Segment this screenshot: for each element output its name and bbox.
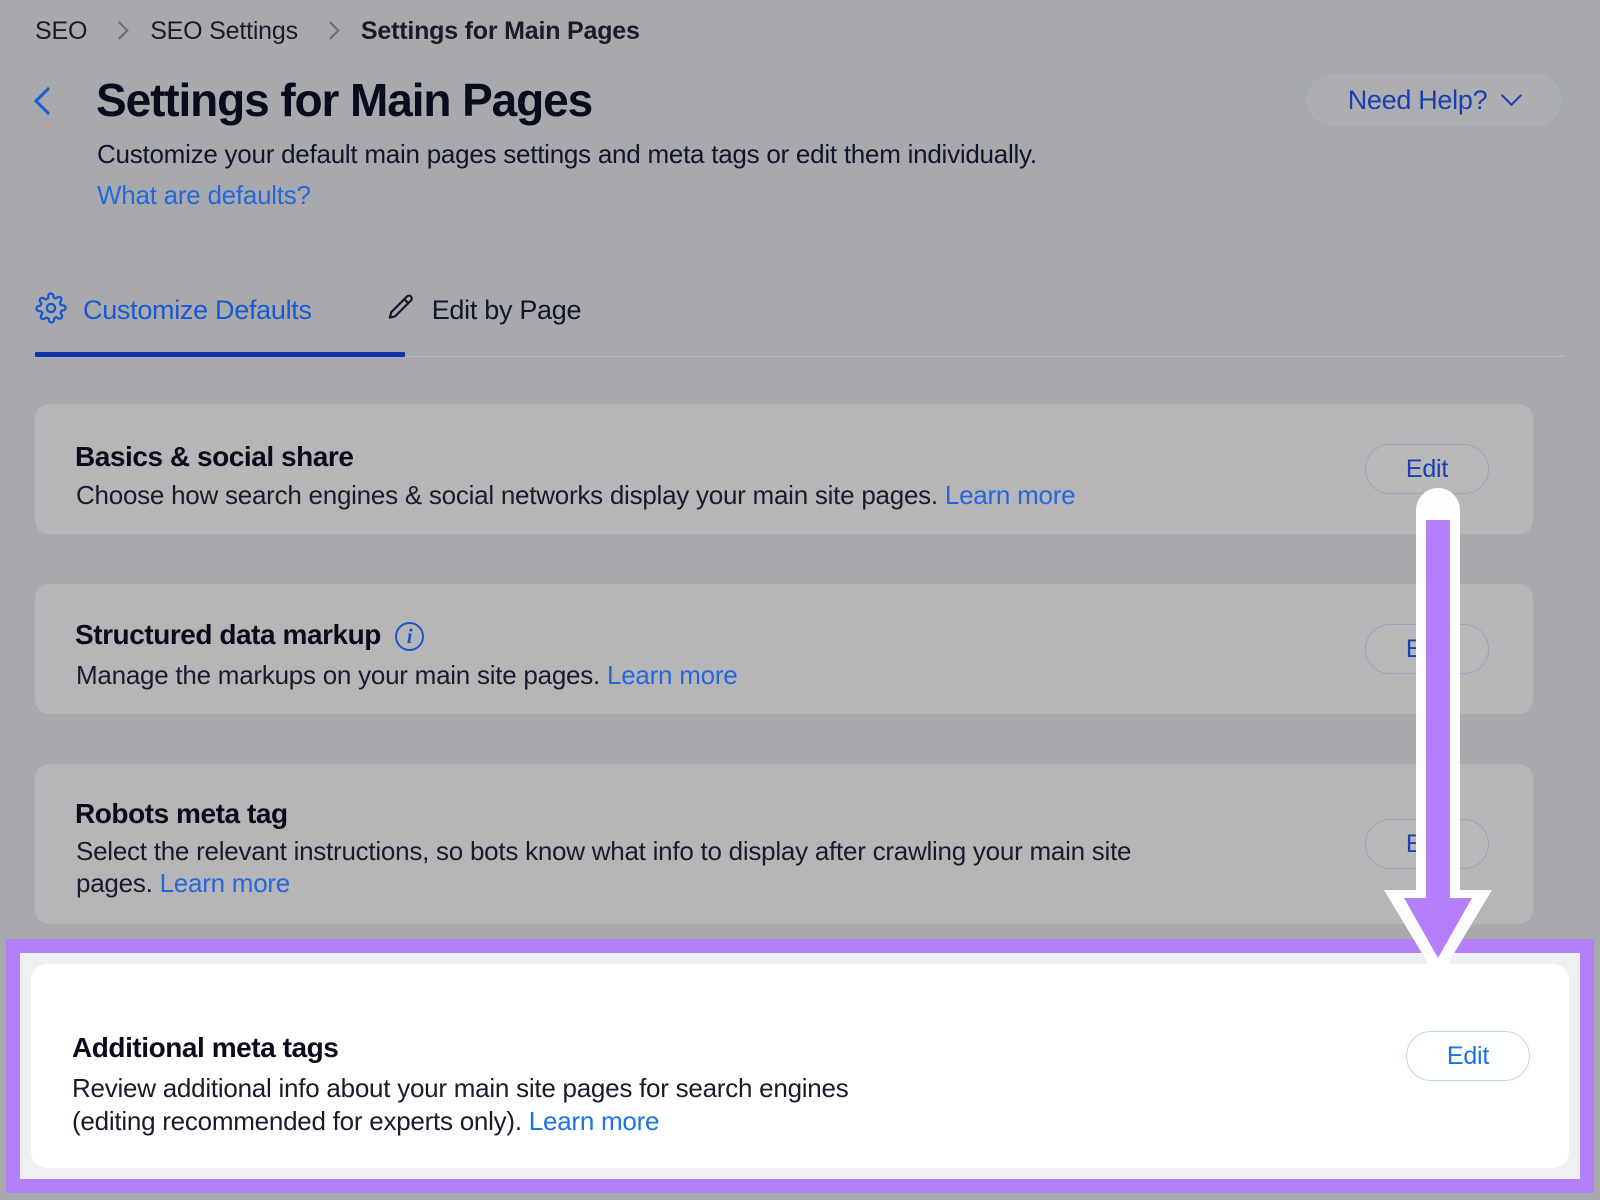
edit-button-basics[interactable]: Edit [1365, 444, 1489, 494]
card-description: Review additional info about your main s… [72, 1072, 848, 1137]
card-description-line2: pages. [76, 868, 153, 898]
card-description-line1: Review additional info about your main s… [72, 1073, 848, 1103]
annotation-highlight-box: Additional meta tags Review additional i… [6, 939, 1594, 1193]
edit-button-label: Edit [1406, 830, 1448, 859]
edit-button-label: Edit [1447, 1042, 1489, 1071]
card-title-text: Robots meta tag [75, 798, 288, 830]
card-title-text: Basics & social share [75, 441, 354, 473]
back-button[interactable] [30, 80, 64, 122]
card-title: Structured data markup i [75, 619, 424, 651]
tab-label-edit-by-page: Edit by Page [432, 295, 582, 326]
learn-more-link[interactable]: Learn more [607, 660, 737, 690]
learn-more-link[interactable]: Learn more [529, 1106, 659, 1136]
card-structured-data-markup: Structured data markup i Manage the mark… [35, 584, 1533, 714]
gear-icon [35, 292, 67, 329]
card-basics-social-share: Basics & social share Choose how search … [35, 404, 1533, 534]
tab-active-underline [35, 352, 405, 357]
breadcrumb-item-seo-settings[interactable]: SEO Settings [150, 17, 298, 46]
tab-customize-defaults[interactable]: Customize Defaults [35, 282, 312, 338]
what-are-defaults-link[interactable]: What are defaults? [97, 180, 311, 211]
pencil-icon [384, 292, 416, 329]
card-robots-meta-tag: Robots meta tag Select the relevant inst… [35, 764, 1533, 924]
card-description: Manage the markups on your main site pag… [76, 660, 737, 692]
edit-button-structured-data[interactable]: Edit [1365, 624, 1489, 674]
card-title-text: Additional meta tags [72, 1032, 338, 1064]
chevron-right-icon [113, 22, 124, 41]
edit-button-label: Edit [1406, 455, 1448, 484]
breadcrumb: SEO SEO Settings Settings for Main Pages [35, 17, 640, 46]
need-help-button[interactable]: Need Help? [1305, 73, 1563, 127]
breadcrumb-item-current: Settings for Main Pages [361, 17, 640, 46]
info-circle-icon[interactable]: i [395, 622, 424, 651]
need-help-label: Need Help? [1348, 85, 1488, 116]
chevron-right-icon [324, 22, 335, 41]
edit-button-label: Edit [1406, 635, 1448, 664]
edit-button-additional-meta-tags[interactable]: Edit [1406, 1031, 1530, 1081]
tab-edit-by-page[interactable]: Edit by Page [384, 282, 582, 338]
breadcrumb-item-seo[interactable]: SEO [35, 17, 87, 46]
card-description-line1: Select the relevant instructions, so bot… [76, 836, 1131, 866]
learn-more-link[interactable]: Learn more [945, 480, 1075, 510]
card-description: Choose how search engines & social netwo… [76, 480, 1075, 512]
card-additional-meta-tags: Additional meta tags Review additional i… [31, 964, 1569, 1168]
card-description: Select the relevant instructions, so bot… [76, 836, 1196, 899]
card-description-text: Choose how search engines & social netwo… [76, 480, 938, 510]
tab-bar: Customize Defaults Edit by Page [35, 282, 1565, 358]
card-description-line2: (editing recommended for experts only). [72, 1106, 522, 1136]
learn-more-link[interactable]: Learn more [160, 868, 290, 898]
page-subtitle: Customize your default main pages settin… [97, 139, 1037, 170]
tab-label-customize-defaults: Customize Defaults [83, 295, 312, 326]
card-title-text: Structured data markup [75, 619, 381, 651]
card-title: Robots meta tag [75, 798, 288, 830]
card-description-text: Manage the markups on your main site pag… [76, 660, 600, 690]
edit-button-robots[interactable]: Edit [1365, 819, 1489, 869]
chevron-down-icon [1504, 88, 1520, 104]
card-title: Basics & social share [75, 441, 354, 473]
page-title: Settings for Main Pages [96, 74, 592, 127]
